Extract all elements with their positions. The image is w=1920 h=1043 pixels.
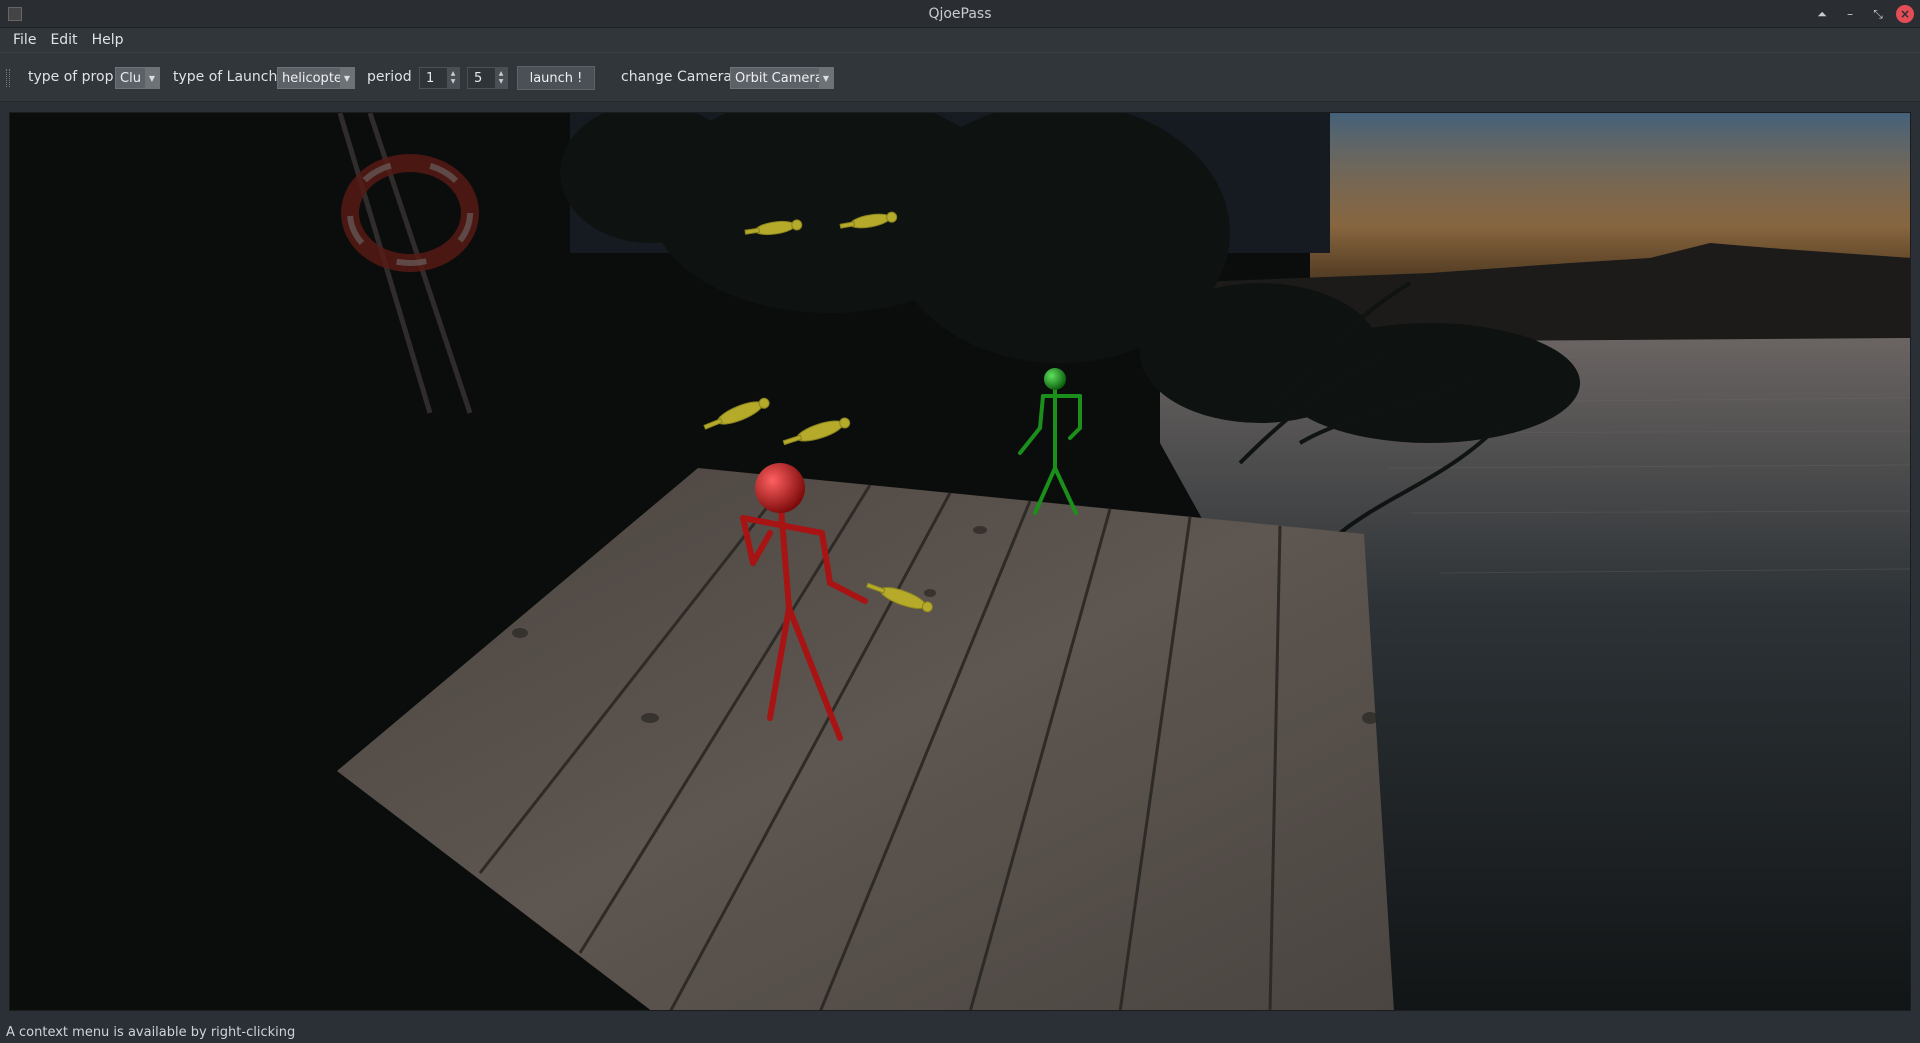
launch-type-select[interactable]: helicopte ▼ <box>277 67 355 89</box>
prop-type-select[interactable]: Clu ▼ <box>115 67 160 89</box>
close-icon[interactable]: × <box>1896 5 1914 23</box>
spin-arrows-icon[interactable]: ▲ ▼ <box>447 68 459 88</box>
menu-edit[interactable]: Edit <box>43 32 84 48</box>
camera-value: Orbit Camera <box>735 70 823 86</box>
period-value-1: 1 <box>426 70 435 86</box>
prop-type-label: type of prop <box>28 69 114 85</box>
menu-help[interactable]: Help <box>85 32 131 48</box>
camera-select[interactable]: Orbit Camera ▼ <box>730 67 834 89</box>
chevron-down-icon: ▼ <box>145 68 159 88</box>
camera-label: change Camera <box>621 69 732 85</box>
toolbar: type of prop Clu ▼ type of Launch helico… <box>0 52 1920 102</box>
menu-bar: File Edit Help <box>0 28 1920 52</box>
period-label: period <box>367 69 412 85</box>
period-value-2: 5 <box>474 70 483 86</box>
period-spinbox-1[interactable]: 1 ▲ ▼ <box>419 67 460 89</box>
scene-render <box>10 113 1910 1010</box>
prop-type-value: Clu <box>120 70 141 86</box>
chevron-down-icon: ▼ <box>340 68 354 88</box>
restore-icon[interactable]: ⤡ <box>1868 4 1888 24</box>
keep-above-icon[interactable]: ⏶ <box>1812 4 1832 24</box>
status-message: A context menu is available by right-cli… <box>6 1025 296 1040</box>
window-controls: ⏶ – ⤡ × <box>1812 4 1914 24</box>
minimize-icon[interactable]: – <box>1840 4 1860 24</box>
launch-type-label: type of Launch <box>173 69 278 85</box>
menu-file[interactable]: File <box>6 32 43 48</box>
chevron-down-icon: ▼ <box>819 68 833 88</box>
status-bar: A context menu is available by right-cli… <box>0 1021 1920 1043</box>
toolbar-grip[interactable] <box>6 69 10 87</box>
launch-button[interactable]: launch ! <box>517 66 595 90</box>
period-spinbox-2[interactable]: 5 ▲ ▼ <box>467 67 508 89</box>
title-bar: QjoePass ⏶ – ⤡ × <box>0 0 1920 28</box>
window-title: QjoePass <box>928 6 992 22</box>
3d-viewport[interactable] <box>9 112 1911 1011</box>
launch-type-value: helicopte <box>282 70 342 86</box>
spin-arrows-icon[interactable]: ▲ ▼ <box>495 68 507 88</box>
